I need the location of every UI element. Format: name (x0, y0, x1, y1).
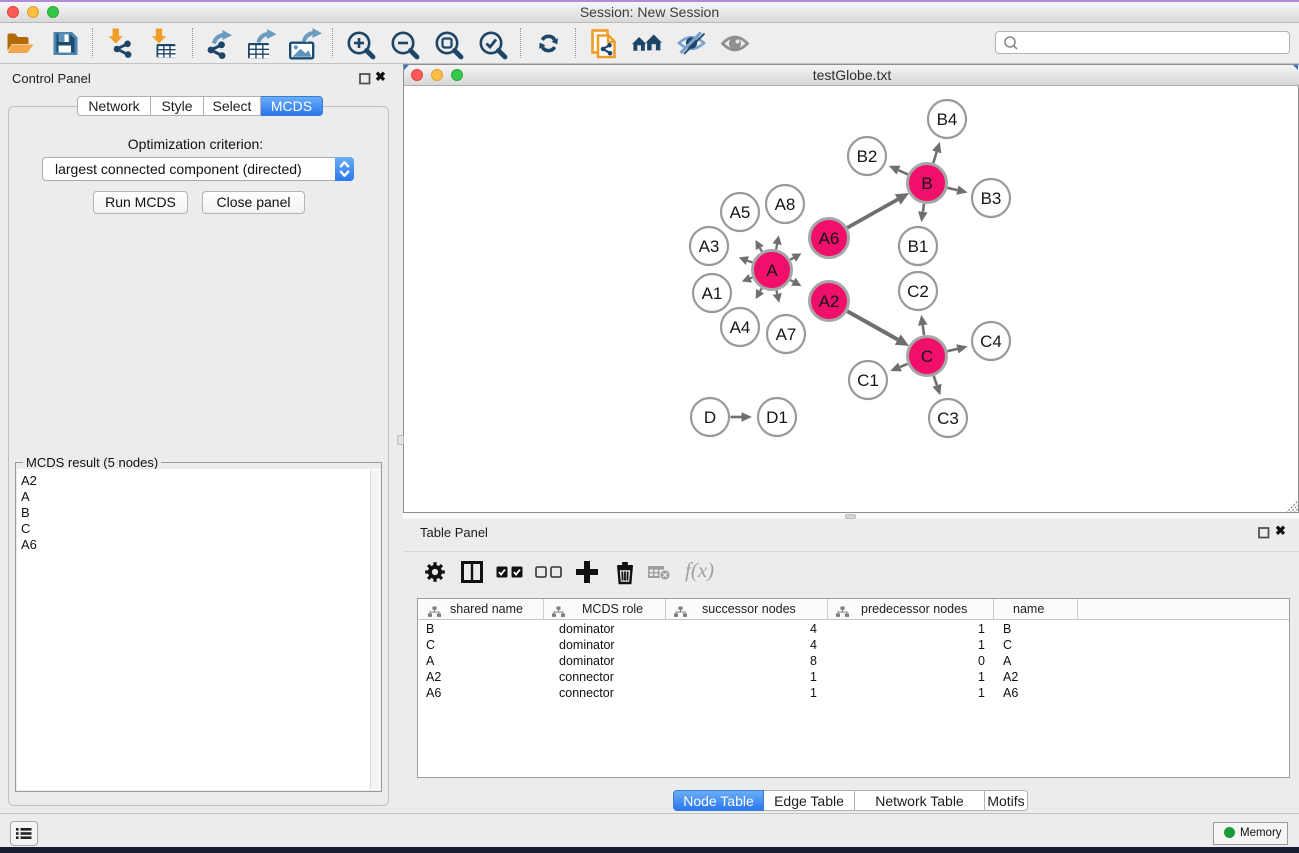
svg-text:A6: A6 (819, 229, 840, 248)
svg-text:A2: A2 (819, 292, 840, 311)
svg-text:C1: C1 (857, 371, 879, 390)
svg-text:C3: C3 (937, 409, 959, 428)
svg-text:A7: A7 (776, 325, 797, 344)
svg-text:A1: A1 (702, 284, 723, 303)
svg-text:B1: B1 (908, 237, 929, 256)
svg-text:B3: B3 (981, 189, 1002, 208)
svg-text:A: A (766, 261, 778, 280)
svg-text:C: C (921, 347, 933, 366)
svg-text:A3: A3 (699, 237, 720, 256)
svg-text:A8: A8 (775, 195, 796, 214)
svg-text:B2: B2 (857, 147, 878, 166)
svg-text:B: B (921, 174, 932, 193)
svg-text:C2: C2 (907, 282, 929, 301)
svg-text:D: D (704, 408, 716, 427)
svg-text:A5: A5 (730, 203, 751, 222)
svg-text:A4: A4 (730, 318, 751, 337)
svg-text:B4: B4 (937, 110, 958, 129)
svg-text:C4: C4 (980, 332, 1002, 351)
svg-text:D1: D1 (766, 408, 788, 427)
